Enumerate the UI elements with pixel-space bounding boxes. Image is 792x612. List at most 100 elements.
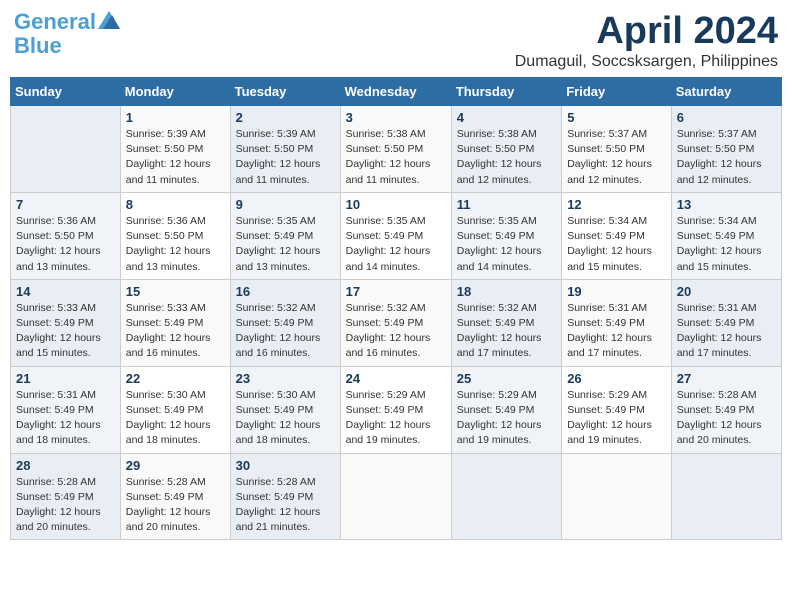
day-number: 15 <box>126 284 225 299</box>
day-info: Sunrise: 5:28 AM Sunset: 5:49 PM Dayligh… <box>677 388 776 449</box>
day-info: Sunrise: 5:32 AM Sunset: 5:49 PM Dayligh… <box>457 301 556 362</box>
day-number: 27 <box>677 371 776 386</box>
day-info: Sunrise: 5:30 AM Sunset: 5:49 PM Dayligh… <box>236 388 335 449</box>
day-info: Sunrise: 5:31 AM Sunset: 5:49 PM Dayligh… <box>677 301 776 362</box>
weekday-header: Friday <box>562 78 672 106</box>
calendar-cell: 2Sunrise: 5:39 AM Sunset: 5:50 PM Daylig… <box>230 106 340 193</box>
day-number: 5 <box>567 110 666 125</box>
logo-text: General <box>14 10 96 34</box>
day-info: Sunrise: 5:35 AM Sunset: 5:49 PM Dayligh… <box>236 214 335 275</box>
calendar-cell: 17 Sunrise: 5:32 AM Sunset: 5:49 PM Dayli… <box>340 279 451 366</box>
day-info: Sunrise: 5:36 AM Sunset: 5:50 PM Dayligh… <box>126 214 225 275</box>
calendar-cell: 30 Sunrise: 5:28 AM Sunset: 5:49 PM Dayli… <box>230 453 340 540</box>
day-info: Sunrise: 5:31 AM Sunset: 5:49 PM Dayligh… <box>567 301 666 362</box>
day-number: 12 <box>567 197 666 212</box>
day-number: 22 <box>126 371 225 386</box>
day-info: Sunrise: 5:30 AM Sunset: 5:49 PM Dayligh… <box>126 388 225 449</box>
day-info: Sunrise: 5:33 AM Sunset: 5:49 PM Dayligh… <box>16 301 115 362</box>
calendar-cell: 3 Sunrise: 5:38 AM Sunset: 5:50 PM Daylig… <box>340 106 451 193</box>
day-number: 7 <box>16 197 115 212</box>
day-number: 29 <box>126 458 225 473</box>
calendar-week-row: 28 Sunrise: 5:28 AM Sunset: 5:49 PM Dayli… <box>11 453 782 540</box>
calendar-cell: 26 Sunrise: 5:29 AM Sunset: 5:49 PM Dayli… <box>562 366 672 453</box>
calendar-week-row: 14 Sunrise: 5:33 AM Sunset: 5:49 PM Dayli… <box>11 279 782 366</box>
day-info: Sunrise: 5:32 AM Sunset: 5:49 PM Dayligh… <box>346 301 446 362</box>
calendar-week-row: 21Sunrise: 5:31 AM Sunset: 5:49 PM Dayli… <box>11 366 782 453</box>
day-info: Sunrise: 5:28 AM Sunset: 5:49 PM Dayligh… <box>16 475 115 536</box>
calendar-cell <box>11 106 121 193</box>
calendar-header-row: SundayMondayTuesdayWednesdayThursdayFrid… <box>11 78 782 106</box>
day-number: 6 <box>677 110 776 125</box>
day-info: Sunrise: 5:37 AM Sunset: 5:50 PM Dayligh… <box>567 127 666 188</box>
weekday-header: Wednesday <box>340 78 451 106</box>
calendar-cell: 29 Sunrise: 5:28 AM Sunset: 5:49 PM Dayli… <box>120 453 230 540</box>
calendar-cell: 5 Sunrise: 5:37 AM Sunset: 5:50 PM Daylig… <box>562 106 672 193</box>
day-info: Sunrise: 5:39 AM Sunset: 5:50 PM Dayligh… <box>126 127 225 188</box>
calendar-week-row: 7 Sunrise: 5:36 AM Sunset: 5:50 PM Daylig… <box>11 192 782 279</box>
day-info: Sunrise: 5:28 AM Sunset: 5:49 PM Dayligh… <box>126 475 225 536</box>
day-info: Sunrise: 5:29 AM Sunset: 5:49 PM Dayligh… <box>457 388 556 449</box>
calendar-cell: 1 Sunrise: 5:39 AM Sunset: 5:50 PM Daylig… <box>120 106 230 193</box>
calendar-cell <box>671 453 781 540</box>
day-number: 14 <box>16 284 115 299</box>
calendar-cell: 13Sunrise: 5:34 AM Sunset: 5:49 PM Dayli… <box>671 192 781 279</box>
day-info: Sunrise: 5:35 AM Sunset: 5:49 PM Dayligh… <box>457 214 556 275</box>
day-info: Sunrise: 5:32 AM Sunset: 5:49 PM Dayligh… <box>236 301 335 362</box>
day-number: 26 <box>567 371 666 386</box>
calendar-cell: 7 Sunrise: 5:36 AM Sunset: 5:50 PM Daylig… <box>11 192 121 279</box>
day-number: 23 <box>236 371 335 386</box>
calendar-cell: 27 Sunrise: 5:28 AM Sunset: 5:49 PM Dayli… <box>671 366 781 453</box>
calendar-cell: 21Sunrise: 5:31 AM Sunset: 5:49 PM Dayli… <box>11 366 121 453</box>
calendar-cell <box>451 453 561 540</box>
logo-blue: Blue <box>14 34 62 58</box>
calendar-cell: 20 Sunrise: 5:31 AM Sunset: 5:49 PM Dayli… <box>671 279 781 366</box>
logo-icon <box>98 11 120 29</box>
day-info: Sunrise: 5:38 AM Sunset: 5:50 PM Dayligh… <box>457 127 556 188</box>
day-number: 16 <box>236 284 335 299</box>
day-number: 20 <box>677 284 776 299</box>
day-number: 10 <box>346 197 446 212</box>
calendar-subtitle: Dumaguil, Soccsksargen, Philippines <box>515 53 778 71</box>
weekday-header: Saturday <box>671 78 781 106</box>
day-number: 28 <box>16 458 115 473</box>
day-number: 24 <box>346 371 446 386</box>
calendar-cell: 23 Sunrise: 5:30 AM Sunset: 5:49 PM Dayli… <box>230 366 340 453</box>
calendar-cell <box>562 453 672 540</box>
calendar-table: SundayMondayTuesdayWednesdayThursdayFrid… <box>10 77 782 540</box>
calendar-cell: 28 Sunrise: 5:28 AM Sunset: 5:49 PM Dayli… <box>11 453 121 540</box>
day-number: 9 <box>236 197 335 212</box>
day-info: Sunrise: 5:28 AM Sunset: 5:49 PM Dayligh… <box>236 475 335 536</box>
calendar-cell: 16 Sunrise: 5:32 AM Sunset: 5:49 PM Dayli… <box>230 279 340 366</box>
calendar-cell: 8Sunrise: 5:36 AM Sunset: 5:50 PM Daylig… <box>120 192 230 279</box>
day-number: 25 <box>457 371 556 386</box>
day-info: Sunrise: 5:35 AM Sunset: 5:49 PM Dayligh… <box>346 214 446 275</box>
day-number: 30 <box>236 458 335 473</box>
calendar-cell: 19 Sunrise: 5:31 AM Sunset: 5:49 PM Dayli… <box>562 279 672 366</box>
calendar-cell: 25 Sunrise: 5:29 AM Sunset: 5:49 PM Dayli… <box>451 366 561 453</box>
day-number: 19 <box>567 284 666 299</box>
calendar-cell: 22 Sunrise: 5:30 AM Sunset: 5:49 PM Dayli… <box>120 366 230 453</box>
day-info: Sunrise: 5:38 AM Sunset: 5:50 PM Dayligh… <box>346 127 446 188</box>
calendar-cell: 15Sunrise: 5:33 AM Sunset: 5:49 PM Dayli… <box>120 279 230 366</box>
day-number: 1 <box>126 110 225 125</box>
day-number: 18 <box>457 284 556 299</box>
weekday-header: Thursday <box>451 78 561 106</box>
day-info: Sunrise: 5:29 AM Sunset: 5:49 PM Dayligh… <box>567 388 666 449</box>
day-info: Sunrise: 5:39 AM Sunset: 5:50 PM Dayligh… <box>236 127 335 188</box>
page-header: General Blue April 2024 Dumaguil, Soccsk… <box>10 10 782 71</box>
calendar-title: April 2024 <box>515 10 778 53</box>
weekday-header: Tuesday <box>230 78 340 106</box>
calendar-cell: 18 Sunrise: 5:32 AM Sunset: 5:49 PM Dayli… <box>451 279 561 366</box>
day-info: Sunrise: 5:34 AM Sunset: 5:49 PM Dayligh… <box>567 214 666 275</box>
calendar-cell: 14 Sunrise: 5:33 AM Sunset: 5:49 PM Dayli… <box>11 279 121 366</box>
calendar-cell: 9 Sunrise: 5:35 AM Sunset: 5:49 PM Daylig… <box>230 192 340 279</box>
calendar-cell: 6Sunrise: 5:37 AM Sunset: 5:50 PM Daylig… <box>671 106 781 193</box>
calendar-cell: 12 Sunrise: 5:34 AM Sunset: 5:49 PM Dayli… <box>562 192 672 279</box>
calendar-cell: 10 Sunrise: 5:35 AM Sunset: 5:49 PM Dayli… <box>340 192 451 279</box>
day-info: Sunrise: 5:36 AM Sunset: 5:50 PM Dayligh… <box>16 214 115 275</box>
day-info: Sunrise: 5:29 AM Sunset: 5:49 PM Dayligh… <box>346 388 446 449</box>
calendar-cell: 11Sunrise: 5:35 AM Sunset: 5:49 PM Dayli… <box>451 192 561 279</box>
day-number: 17 <box>346 284 446 299</box>
day-number: 4 <box>457 110 556 125</box>
day-number: 3 <box>346 110 446 125</box>
